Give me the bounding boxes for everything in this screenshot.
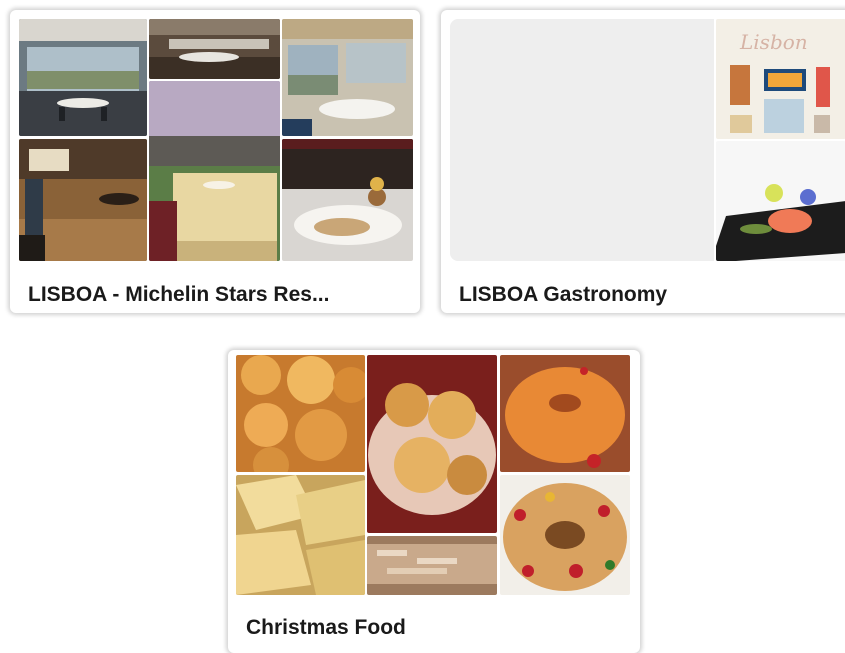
board-image-plated-dish	[282, 139, 413, 261]
svg-text:Lisbon: Lisbon	[739, 30, 808, 54]
board-image-coscoroes	[236, 475, 365, 595]
board-image-rabanadas	[367, 355, 497, 533]
board-image-orange-cake	[500, 355, 630, 472]
board-image-sardine-cans: Lisbon	[716, 19, 845, 139]
board-title: LISBOA - Michelin Stars Res...	[28, 283, 330, 306]
board-image-dining-hall	[149, 19, 280, 79]
board-image-sunset-terrace	[149, 81, 280, 261]
board-image-bolo-rei	[500, 475, 630, 595]
board-image-dining-room	[19, 19, 147, 136]
board-card-gastronomy[interactable]: Lisbon LISBOA Gastronomy	[441, 10, 845, 313]
board-image-placeholder	[450, 19, 714, 261]
board-image-fish-appetizer	[716, 141, 845, 261]
board-image-sea-window-table	[282, 19, 413, 136]
board-image-almond-tart	[367, 536, 497, 595]
board-image-wooden-floor	[19, 139, 147, 261]
board-title: LISBOA Gastronomy	[459, 283, 668, 306]
board-card-christmas[interactable]: Christmas Food	[228, 350, 640, 653]
board-image-sonhos	[236, 355, 365, 472]
board-card-michelin[interactable]: LISBOA - Michelin Stars Res...	[10, 10, 420, 313]
board-title: Christmas Food	[246, 616, 406, 639]
